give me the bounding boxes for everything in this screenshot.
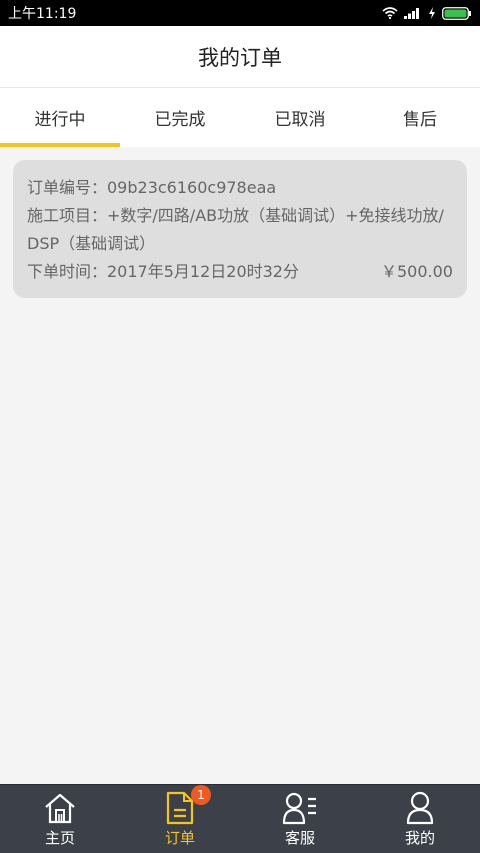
- tab-label: 售后: [403, 110, 437, 130]
- nav-home[interactable]: 主页: [0, 785, 120, 853]
- nav-orders[interactable]: 1 订单: [120, 784, 240, 853]
- status-time: 上午11:19: [8, 6, 77, 22]
- tab-completed[interactable]: 已完成: [120, 88, 240, 147]
- nav-label: 订单: [164, 828, 195, 847]
- page-title: 我的订单: [198, 45, 282, 70]
- tab-label: 进行中: [34, 110, 86, 130]
- status-icons: [382, 6, 472, 20]
- order-time: 下单时间：2017年5月12日20时32分: [27, 262, 299, 281]
- tab-after-sales[interactable]: 售后: [360, 88, 480, 147]
- tab-cancelled[interactable]: 已取消: [240, 88, 360, 147]
- nav-customer-service[interactable]: 客服: [240, 785, 360, 853]
- battery-icon: [442, 6, 471, 20]
- tab-label: 已取消: [274, 110, 326, 130]
- tab-label: 已完成: [154, 110, 206, 130]
- nav-label: 客服: [284, 828, 315, 847]
- order-badge: 1: [191, 784, 211, 805]
- wifi-icon: [382, 7, 398, 19]
- order-card[interactable]: 订单编号：09b23c6160c978eaa 施工项目：+数字/四路/AB功放（…: [13, 160, 467, 298]
- signal-icon: [404, 8, 419, 19]
- status-bar: 上午11:19: [0, 0, 480, 26]
- tabs: 进行中 已完成 已取消 售后: [0, 88, 480, 147]
- order-time-row: 下单时间：2017年5月12日20时32分 ￥500.00: [27, 258, 453, 286]
- bottom-nav: 主页 1 订单 客服 我的: [0, 784, 480, 853]
- order-icon: 1: [165, 784, 211, 825]
- nav-label: 我的: [404, 828, 435, 847]
- profile-icon: [406, 791, 434, 825]
- order-service: 施工项目：+数字/四路/AB功放（基础调试）+免接线功放/DSP（基础调试）: [27, 206, 444, 253]
- charging-icon: [429, 7, 435, 19]
- order-number: 订单编号：09b23c6160c978eaa: [27, 178, 277, 197]
- tab-in-progress[interactable]: 进行中: [0, 88, 120, 147]
- home-icon: [43, 791, 77, 825]
- order-price: ￥500.00: [381, 262, 453, 281]
- nav-label: 主页: [44, 828, 75, 847]
- title-bar: 我的订单: [0, 26, 480, 88]
- customer-service-icon: [282, 791, 318, 825]
- nav-profile[interactable]: 我的: [360, 785, 480, 853]
